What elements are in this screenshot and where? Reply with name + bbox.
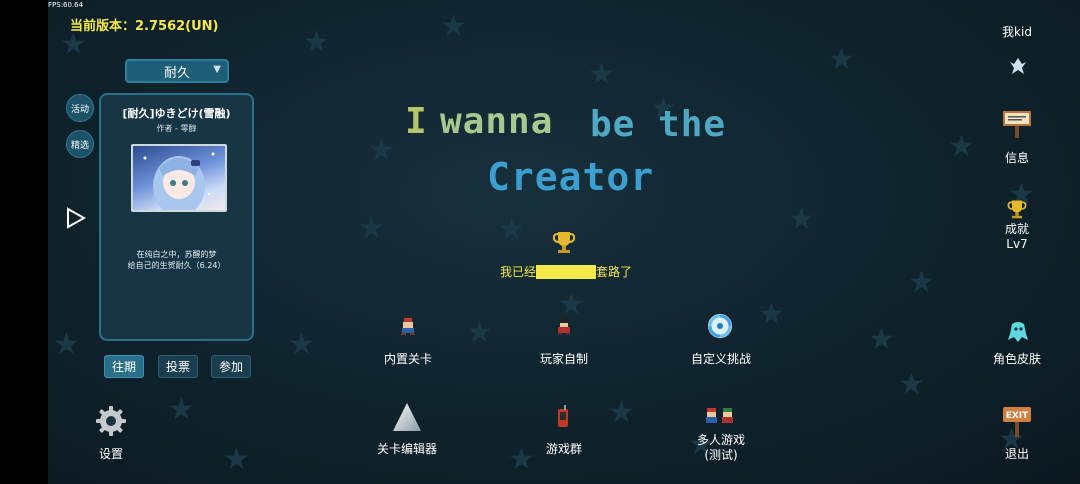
past-button[interactable]: 往期 [104, 355, 144, 378]
game-group-button[interactable]: 游戏群 [528, 440, 600, 457]
logo-word-creator: Creator [487, 155, 655, 199]
exit-sign-icon[interactable]: EXIT [1001, 404, 1033, 438]
card-title: [耐久]ゆきどけ(雪融) [122, 107, 231, 120]
skins-button[interactable]: 角色皮肤 [988, 350, 1046, 367]
spike-icon[interactable] [391, 401, 423, 433]
multiplayer-button[interactable]: 多人游戏 (测试) [680, 433, 762, 463]
player-sprite-icon[interactable] [554, 316, 574, 336]
custom-challenge-button[interactable]: 自定义挑战 [680, 350, 762, 367]
vote-button[interactable]: 投票 [158, 355, 198, 378]
trophy-icon [552, 232, 576, 253]
username-label: 我kid [1002, 25, 1032, 39]
avatar-icon[interactable] [1009, 56, 1027, 76]
achievement-message: 我已经在这里探索套路了 [500, 263, 632, 280]
chevron-down-icon: ▼ [213, 64, 221, 75]
next-arrow-icon[interactable] [66, 207, 86, 229]
multiplayer-label-line1: 多人游戏 [696, 433, 745, 447]
level-thumbnail [131, 144, 227, 212]
skin-ghost-icon[interactable] [1006, 320, 1030, 344]
achievements-label: 成就 [1004, 222, 1029, 236]
achievements-button[interactable]: 成就 Lv7 [992, 222, 1042, 252]
player-level: Lv7 [1006, 237, 1028, 251]
builtin-levels-button[interactable]: 内置关卡 [372, 350, 444, 367]
join-button[interactable]: 参加 [211, 355, 251, 378]
kid-sprite-icon[interactable] [398, 316, 418, 336]
info-button[interactable]: 信息 [992, 149, 1042, 166]
category-dropdown-value: 耐久 [163, 65, 190, 81]
featured-label: 精选 [70, 140, 89, 151]
achievement-suffix: 套路了 [596, 265, 633, 279]
activity-button[interactable]: 活动 [66, 94, 94, 122]
card-description: 在纯白之中，苏醒的梦 给自己的生贺耐久（6.24） [105, 249, 248, 271]
featured-level-card[interactable]: [耐久]ゆきどけ(雪融) 作者 - 零醇 在纯白之中，苏醒的梦 给自己的生贺耐久… [99, 93, 254, 341]
multiplayer-sprites-icon[interactable] [705, 407, 737, 427]
multiplayer-label-line2: (测试) [704, 448, 738, 462]
info-sign-icon[interactable] [1001, 109, 1033, 139]
achievement-masked: 在这里探索 [536, 265, 597, 279]
featured-button[interactable]: 精选 [66, 130, 94, 158]
player-made-button[interactable]: 玩家自制 [528, 350, 600, 367]
achievement-prefix: 我已经 [500, 265, 537, 279]
logo-word-be-the: be the [590, 104, 727, 145]
logo-word-wanna: wanna [440, 101, 554, 142]
activity-label: 活动 [70, 104, 89, 115]
past-label: 往期 [111, 360, 136, 374]
logo-word-i: I [405, 101, 428, 142]
level-editor-button[interactable]: 关卡编辑器 [368, 440, 446, 457]
card-desc-line2: 给自己的生贺耐久（6.24） [127, 261, 226, 270]
exit-sign-text: EXIT [1006, 411, 1029, 421]
version-label: 当前版本：2.7562(UN) [70, 19, 219, 34]
vote-label: 投票 [165, 360, 190, 374]
fps-counter: FPS:60.64 [48, 1, 84, 9]
settings-button[interactable]: 设置 [88, 445, 134, 462]
card-desc-line1: 在纯白之中，苏醒的梦 [136, 250, 217, 259]
swirl-icon[interactable] [707, 313, 733, 339]
phone-icon[interactable] [555, 405, 571, 429]
left-black-bar [0, 0, 48, 484]
join-label: 参加 [218, 360, 243, 374]
category-dropdown[interactable]: 耐久 ▼ [125, 59, 229, 83]
card-author: 作者 - 零醇 [156, 124, 197, 133]
exit-button[interactable]: 退出 [992, 445, 1042, 462]
gear-icon[interactable] [95, 405, 127, 437]
achievement-trophy-icon[interactable] [1006, 198, 1028, 220]
